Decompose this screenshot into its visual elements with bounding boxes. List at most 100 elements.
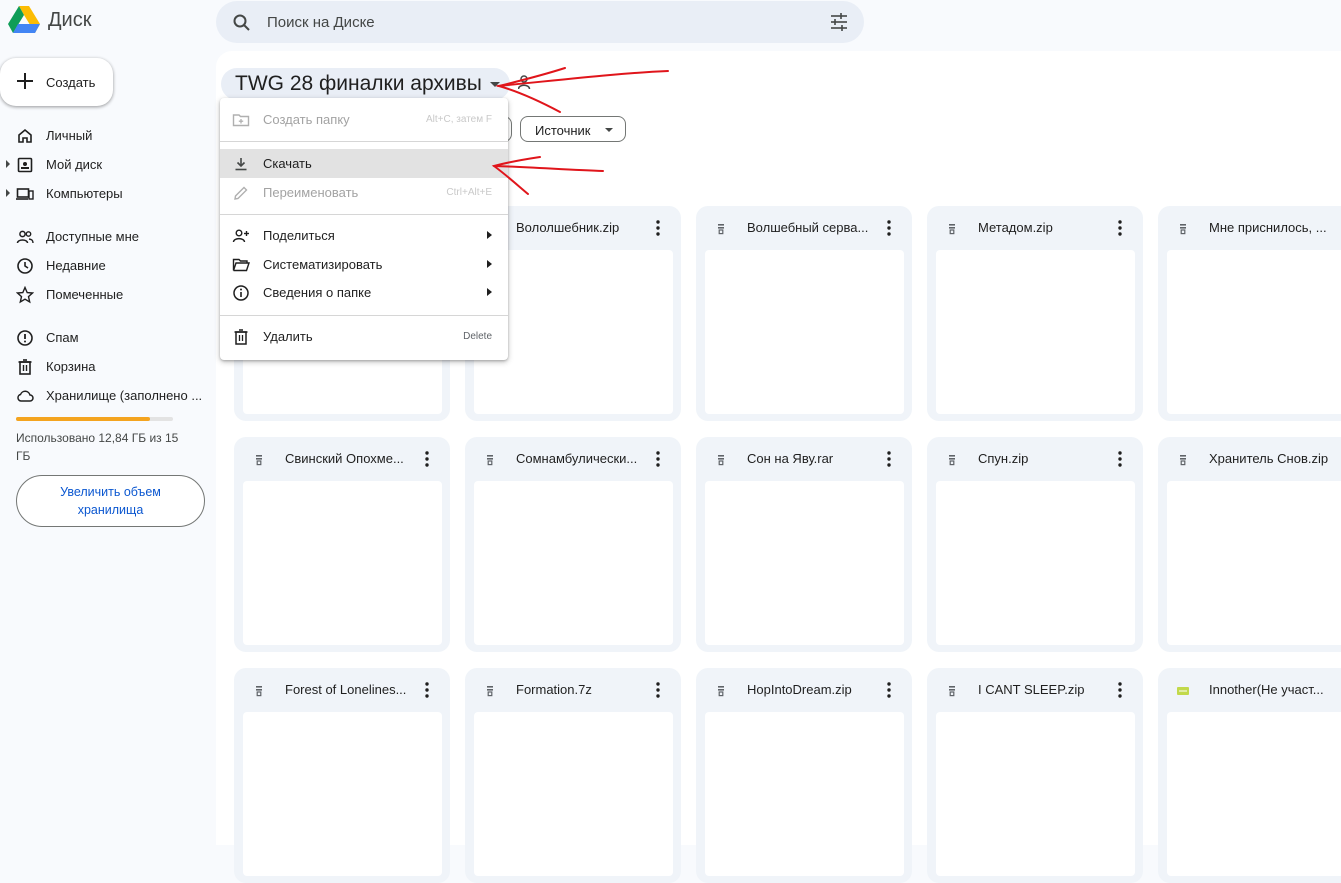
sidebar-item-storage[interactable]: Хранилище (заполнено ...: [0, 381, 210, 410]
file-thumbnail[interactable]: [1167, 250, 1341, 414]
file-card[interactable]: HopIntoDream.zip: [696, 668, 912, 883]
more-actions-icon[interactable]: [1112, 681, 1128, 699]
sidebar-item-label: Корзина: [46, 359, 96, 374]
filter-chip-source[interactable]: Источник: [520, 116, 626, 142]
menu-item-new-folder[interactable]: Создать папку Alt+C, затем F: [220, 105, 508, 134]
sidebar-item-trash[interactable]: Корзина: [0, 352, 210, 381]
menu-item-label: Сведения о папке: [263, 285, 372, 300]
file-name[interactable]: Сомнамбулически...: [516, 451, 644, 466]
file-name[interactable]: I CANT SLEEP.zip: [978, 682, 1106, 697]
file-thumbnail[interactable]: [705, 712, 904, 876]
menu-item-folder-info[interactable]: Сведения о папке: [220, 278, 508, 307]
more-actions-icon[interactable]: [881, 450, 897, 468]
more-actions-icon[interactable]: [650, 681, 666, 699]
file-thumbnail[interactable]: [474, 481, 673, 645]
file-card[interactable]: Сон на Яву.rar: [696, 437, 912, 652]
more-actions-icon[interactable]: [650, 219, 666, 237]
file-name[interactable]: Innother(Не участ...: [1209, 682, 1337, 697]
file-card[interactable]: Метадом.zip: [927, 206, 1143, 421]
folder-title-button[interactable]: TWG 28 финалки архивы: [221, 68, 510, 100]
file-card[interactable]: Formation.7z: [465, 668, 681, 883]
archive-icon: [256, 455, 262, 466]
shared-icon: [16, 230, 34, 244]
trash-icon: [18, 359, 32, 375]
file-thumbnail[interactable]: [936, 712, 1135, 876]
file-name[interactable]: Хранитель Снов.zip: [1209, 451, 1337, 466]
search-bar[interactable]: Поиск на Диске: [216, 1, 864, 43]
file-card[interactable]: Спун.zip: [927, 437, 1143, 652]
file-name[interactable]: Вололшебник.zip: [516, 220, 644, 235]
submenu-arrow-icon: [487, 260, 492, 268]
menu-item-download[interactable]: Скачать: [220, 149, 508, 178]
file-card[interactable]: Innother(Не участ...: [1158, 668, 1341, 883]
file-card[interactable]: Сомнамбулически...: [465, 437, 681, 652]
file-card[interactable]: Forest of Lonelines...: [234, 668, 450, 883]
file-name[interactable]: Мне приснилось, ...: [1209, 220, 1337, 235]
archive-icon: [256, 686, 262, 697]
expand-arrow-icon[interactable]: [6, 189, 10, 197]
submenu-arrow-icon: [487, 231, 492, 239]
archive-icon: [718, 455, 724, 466]
file-thumbnail[interactable]: [474, 712, 673, 876]
folder-context-menu: Создать папку Alt+C, затем F Скачать Пер…: [220, 98, 508, 360]
more-actions-icon[interactable]: [419, 681, 435, 699]
more-actions-icon[interactable]: [1112, 450, 1128, 468]
file-name[interactable]: Метадом.zip: [978, 220, 1106, 235]
menu-item-delete[interactable]: Удалить Delete: [220, 322, 508, 351]
search-input[interactable]: Поиск на Диске: [267, 14, 375, 31]
sidebar-item-spam[interactable]: Спам: [0, 323, 210, 352]
file-card[interactable]: Волшебный серва...: [696, 206, 912, 421]
file-name[interactable]: Волшебный серва...: [747, 220, 875, 235]
sidebar-item-label: Компьютеры: [46, 186, 123, 201]
sidebar-item-recent[interactable]: Недавние: [0, 251, 210, 280]
search-icon[interactable]: [232, 13, 252, 33]
share-folder-icon[interactable]: [518, 74, 536, 90]
menu-divider: [220, 214, 508, 215]
sidebar-item-my-drive[interactable]: Мой диск: [0, 150, 210, 179]
file-card[interactable]: Мне приснилось, ...: [1158, 206, 1341, 421]
sidebar-item-shared[interactable]: Доступные мне: [0, 222, 210, 251]
archive-icon: [718, 686, 724, 697]
file-thumbnail[interactable]: [243, 712, 442, 876]
archive-icon: [949, 224, 955, 235]
sidebar-item-personal[interactable]: Личный: [0, 121, 210, 150]
file-thumbnail[interactable]: [705, 250, 904, 414]
person-add-icon: [232, 229, 249, 243]
create-button[interactable]: Создать: [0, 58, 113, 106]
search-options-icon[interactable]: [830, 13, 848, 31]
menu-item-organize[interactable]: Систематизировать: [220, 250, 508, 279]
more-actions-icon[interactable]: [419, 450, 435, 468]
folder-open-icon: [232, 258, 250, 272]
upgrade-storage-button[interactable]: Увеличить объем хранилища: [16, 475, 205, 527]
file-name[interactable]: Свинский Опохме...: [285, 451, 413, 466]
file-name[interactable]: Сон на Яву.rar: [747, 451, 875, 466]
file-name[interactable]: HopIntoDream.zip: [747, 682, 875, 697]
file-thumbnail[interactable]: [1167, 481, 1341, 645]
more-actions-icon[interactable]: [1112, 219, 1128, 237]
drive-logo[interactable]: Диск: [8, 6, 91, 34]
sidebar-item-computers[interactable]: Компьютеры: [0, 179, 210, 208]
new-folder-icon: [232, 114, 250, 127]
file-card[interactable]: I CANT SLEEP.zip: [927, 668, 1143, 883]
drive-logo-icon: [8, 6, 40, 33]
file-name[interactable]: Formation.7z: [516, 682, 644, 697]
expand-arrow-icon[interactable]: [6, 160, 10, 168]
file-card[interactable]: Хранитель Снов.zip: [1158, 437, 1341, 652]
file-card[interactable]: Свинский Опохме...: [234, 437, 450, 652]
menu-item-rename[interactable]: Переименовать Ctrl+Alt+E: [220, 178, 508, 207]
sidebar-item-starred[interactable]: Помеченные: [0, 280, 210, 309]
file-thumbnail[interactable]: [1167, 712, 1341, 876]
home-icon: [18, 128, 32, 143]
file-thumbnail[interactable]: [243, 481, 442, 645]
download-icon: [235, 158, 247, 171]
file-thumbnail[interactable]: [705, 481, 904, 645]
file-thumbnail[interactable]: [936, 481, 1135, 645]
more-actions-icon[interactable]: [881, 681, 897, 699]
menu-item-share[interactable]: Поделиться: [220, 221, 508, 250]
file-name[interactable]: Forest of Lonelines...: [285, 682, 413, 697]
menu-item-label: Создать папку: [263, 112, 350, 127]
more-actions-icon[interactable]: [881, 219, 897, 237]
more-actions-icon[interactable]: [650, 450, 666, 468]
file-name[interactable]: Спун.zip: [978, 451, 1106, 466]
file-thumbnail[interactable]: [936, 250, 1135, 414]
